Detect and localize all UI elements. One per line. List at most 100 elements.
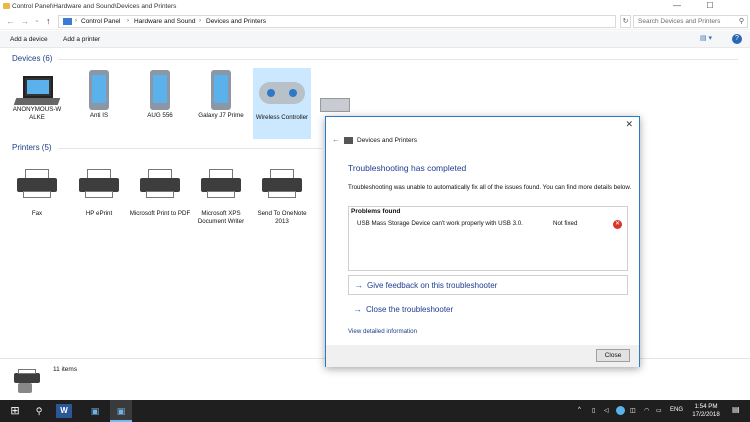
usb-drive-icon[interactable] bbox=[320, 98, 350, 112]
minimize-button[interactable]: — bbox=[665, 0, 689, 12]
printer-label: Fax bbox=[31, 210, 43, 217]
address-bar[interactable]: › Control Panel › Hardware and Sound › D… bbox=[58, 15, 616, 28]
game-controller-icon bbox=[259, 78, 305, 106]
taskbar: ⊞ ⚲ W ▣ ▣ ^ ▯ ◁ ◫ ◠ ▭ ENG 1:54 PM 17/2/2… bbox=[0, 400, 750, 422]
dialog-heading: Troubleshooting has completed bbox=[348, 163, 467, 173]
refresh-button[interactable]: ↻ bbox=[620, 15, 631, 28]
search-button[interactable]: ⚲ bbox=[28, 400, 50, 422]
add-printer-button[interactable]: Add a printer bbox=[63, 36, 100, 43]
printer-icon bbox=[79, 169, 119, 199]
language-indicator[interactable]: ENG bbox=[670, 407, 683, 413]
word-icon[interactable]: W bbox=[56, 404, 72, 418]
problems-list: Problems found USB Mass Storage Device c… bbox=[348, 206, 628, 271]
tray-app-icon[interactable] bbox=[616, 406, 625, 415]
laptop-icon bbox=[13, 76, 61, 105]
device-label: Anti IS bbox=[89, 112, 109, 119]
dialog-back-button[interactable]: ← bbox=[332, 135, 340, 144]
printer-icon bbox=[140, 169, 180, 199]
usb-icon[interactable]: ▭ bbox=[656, 407, 662, 414]
printer-item[interactable]: Fax bbox=[6, 163, 68, 218]
problems-header: Problems found bbox=[351, 208, 401, 215]
device-item[interactable]: AUG 556 bbox=[129, 70, 191, 120]
dialog-close-icon[interactable]: ✕ bbox=[625, 119, 633, 130]
printer-item[interactable]: HP ePrint bbox=[68, 163, 130, 218]
printer-item[interactable]: Microsoft Print to PDF bbox=[129, 163, 191, 218]
add-device-button[interactable]: Add a device bbox=[10, 36, 48, 43]
phone-icon bbox=[89, 70, 109, 110]
chevron-right-icon: › bbox=[75, 18, 77, 24]
view-detailed-info-link[interactable]: View detailed information bbox=[348, 328, 417, 335]
device-label: Galaxy J7 Prime bbox=[198, 112, 244, 119]
arrow-right-icon: → bbox=[353, 304, 362, 314]
devices-group-header[interactable]: Devices (6) bbox=[12, 54, 742, 63]
clock-date: 17/2/2018 bbox=[692, 411, 720, 418]
title-bar: Control Panel\Hardware and Sound\Devices… bbox=[0, 0, 750, 13]
view-options-button[interactable]: ▤ ▾ bbox=[700, 34, 712, 42]
speaker-icon[interactable]: ◫ bbox=[630, 407, 636, 414]
breadcrumb-control-panel[interactable]: Control Panel bbox=[81, 18, 120, 25]
printer-item[interactable]: Microsoft XPS Document Writer bbox=[190, 163, 252, 225]
app-icon[interactable]: ▣ bbox=[84, 400, 106, 422]
problem-status: Not fixed bbox=[553, 220, 578, 227]
maximize-button[interactable]: ☐ bbox=[698, 0, 722, 12]
search-placeholder: Search Devices and Printers bbox=[638, 18, 721, 25]
devices-and-printers-icon bbox=[12, 369, 42, 395]
dialog-description: Troubleshooting was unable to automatica… bbox=[348, 184, 632, 191]
breadcrumb-hardware-and-sound[interactable]: Hardware and Sound bbox=[134, 18, 195, 25]
troubleshooter-dialog: ✕ ← Devices and Printers Troubleshooting… bbox=[325, 116, 640, 367]
network-icon[interactable]: ▯ bbox=[592, 407, 595, 414]
folder-icon bbox=[3, 3, 10, 9]
close-button[interactable]: Close bbox=[596, 349, 630, 362]
printer-label: HP ePrint bbox=[85, 210, 113, 217]
search-input[interactable]: Search Devices and Printers ⚲ bbox=[633, 15, 748, 28]
device-item[interactable]: ANONYMOUS-W ALKE bbox=[6, 70, 68, 121]
fax-icon bbox=[17, 169, 57, 199]
printer-item[interactable]: Send To OneNote 2013 bbox=[251, 163, 313, 225]
error-icon: ✕ bbox=[613, 220, 622, 229]
volume-icon[interactable]: ◁ bbox=[604, 407, 609, 414]
printers-heading: Printers (5) bbox=[12, 143, 52, 152]
printer-label: Microsoft Print to PDF bbox=[129, 210, 191, 217]
give-feedback-link[interactable]: → Give feedback on this troubleshooter bbox=[348, 275, 628, 295]
phone-icon bbox=[211, 70, 231, 110]
breadcrumb-devices-and-printers[interactable]: Devices and Printers bbox=[206, 18, 266, 25]
notifications-icon[interactable]: ▤ bbox=[732, 405, 740, 414]
chevron-right-icon: › bbox=[199, 18, 201, 24]
close-troubleshooter-label: Close the troubleshooter bbox=[366, 305, 454, 314]
close-troubleshooter-link[interactable]: → Close the troubleshooter bbox=[348, 300, 628, 320]
control-panel-taskbar-icon[interactable]: ▣ bbox=[110, 400, 132, 422]
help-button[interactable]: ? bbox=[732, 34, 742, 44]
command-bar: Add a device Add a printer ▤ ▾ ? bbox=[0, 31, 750, 48]
item-count: 11 items bbox=[53, 366, 78, 373]
chevron-right-icon: › bbox=[127, 18, 129, 24]
divider bbox=[58, 148, 322, 149]
give-feedback-label: Give feedback on this troubleshooter bbox=[367, 281, 498, 290]
forward-button[interactable]: → bbox=[20, 16, 29, 26]
device-label: AUG 556 bbox=[147, 112, 173, 119]
phone-icon bbox=[150, 70, 170, 110]
up-button[interactable]: ↑ bbox=[46, 16, 51, 26]
device-item-selected[interactable]: Wireless Controller bbox=[253, 68, 311, 139]
devices-heading: Devices (6) bbox=[12, 54, 53, 63]
clock[interactable]: 1:54 PM 17/2/2018 bbox=[686, 403, 726, 419]
tray-overflow-icon[interactable]: ^ bbox=[578, 407, 581, 413]
start-button[interactable]: ⊞ bbox=[4, 400, 26, 422]
arrow-right-icon: → bbox=[354, 280, 363, 290]
back-button[interactable]: ← bbox=[6, 16, 15, 26]
wifi-icon[interactable]: ◠ bbox=[644, 407, 649, 414]
divider bbox=[58, 59, 738, 60]
recent-dropdown[interactable]: ⌄ bbox=[34, 16, 40, 26]
printer-icon bbox=[344, 137, 353, 144]
problem-name[interactable]: USB Mass Storage Device can't work prope… bbox=[357, 220, 523, 227]
clock-time: 1:54 PM bbox=[694, 403, 718, 410]
dialog-title: Devices and Printers bbox=[357, 137, 417, 144]
address-row: ← → ⌄ ↑ › Control Panel › Hardware and S… bbox=[0, 13, 750, 30]
device-item[interactable]: Galaxy J7 Prime bbox=[190, 70, 252, 120]
printer-icon bbox=[201, 169, 241, 199]
device-label: Wireless Controller bbox=[255, 114, 309, 121]
control-panel-icon bbox=[63, 18, 72, 25]
window-title: Control Panel\Hardware and Sound\Devices… bbox=[12, 3, 177, 10]
device-item[interactable]: Anti IS bbox=[68, 70, 130, 120]
device-label: ANONYMOUS-W ALKE bbox=[12, 106, 62, 121]
printer-label: Send To OneNote 2013 bbox=[257, 210, 307, 225]
